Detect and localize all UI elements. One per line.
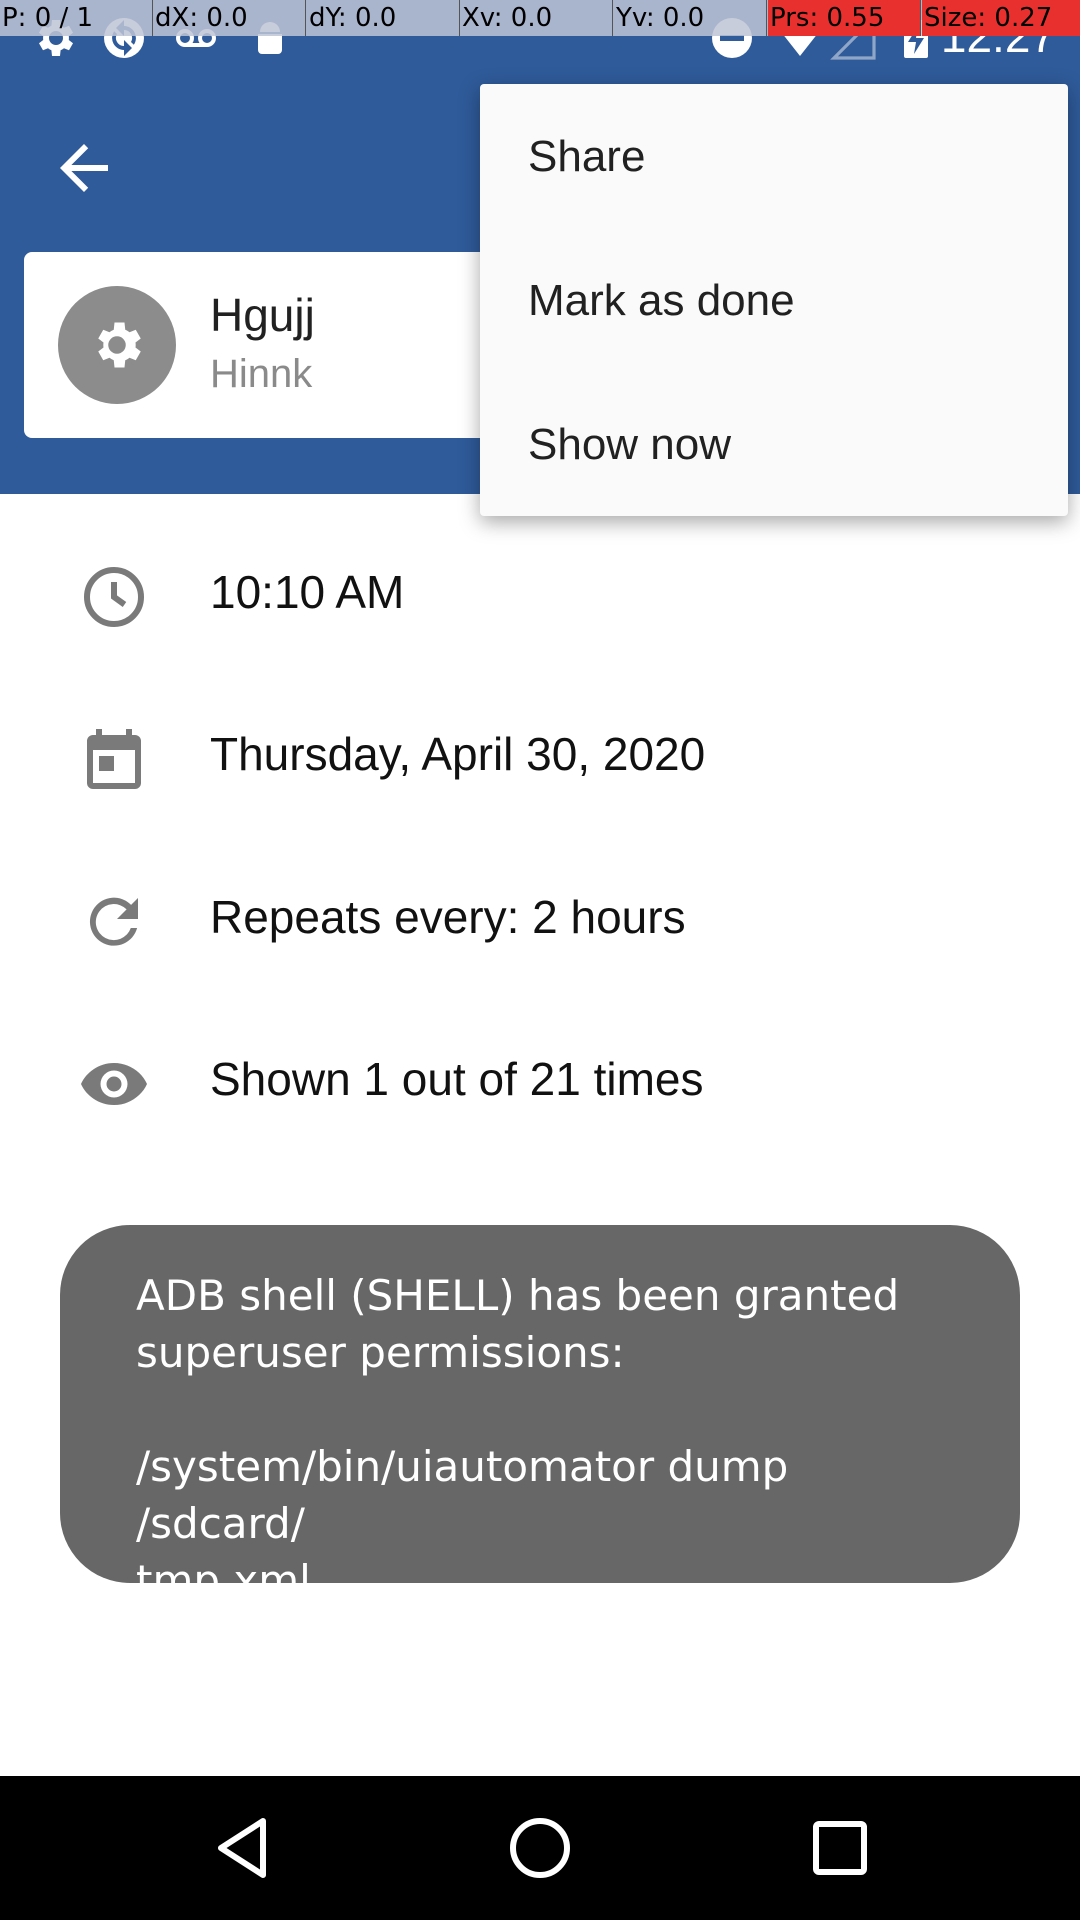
overlay-size: Size: 0.27 xyxy=(922,0,1080,36)
overflow-menu: Share Mark as done Show now xyxy=(480,84,1068,516)
nav-home-icon[interactable] xyxy=(504,1812,576,1884)
reminder-shown-count: Shown 1 out of 21 times xyxy=(210,1053,704,1105)
menu-item-mark-as-done[interactable]: Mark as done xyxy=(480,228,1068,372)
clock-icon xyxy=(84,567,144,627)
reminder-subtitle: Hinnk xyxy=(210,352,313,396)
repeat-row: Repeats every: 2 hours xyxy=(0,860,1080,970)
overlay-dy: dY: 0.0 xyxy=(307,0,460,36)
nav-recents-icon[interactable] xyxy=(804,1812,876,1884)
settings-icon xyxy=(98,322,141,368)
overlay-pointer: P: 0 / 1 xyxy=(0,0,153,36)
shown-row: Shown 1 out of 21 times xyxy=(0,1022,1080,1132)
menu-item-label: Mark as done xyxy=(528,276,795,325)
overlay-pressure: Prs: 0.55 xyxy=(768,0,921,36)
overlay-xv: Xv: 0.0 xyxy=(460,0,613,36)
toast-message: ADB shell (SHELL) has been granted super… xyxy=(136,1271,900,1605)
pointer-location-overlay: P: 0 / 1 dX: 0.0 dY: 0.0 Xv: 0.0 Yv: 0.0… xyxy=(0,0,1080,36)
nav-back-icon[interactable] xyxy=(206,1812,278,1884)
repeat-icon xyxy=(89,897,138,946)
reminder-repeat: Repeats every: 2 hours xyxy=(210,891,686,943)
date-row: Thursday, April 30, 2020 xyxy=(0,697,1080,807)
overlay-dx: dX: 0.0 xyxy=(153,0,306,36)
navigation-bar xyxy=(0,1776,1080,1920)
overlay-yv: Yv: 0.0 xyxy=(614,0,767,36)
superuser-toast: ADB shell (SHELL) has been granted super… xyxy=(60,1225,1020,1605)
menu-item-show-now[interactable]: Show now xyxy=(480,372,1068,516)
reminder-time: 10:10 AM xyxy=(210,566,405,618)
menu-item-label: Share xyxy=(528,132,646,181)
reminder-title: Hgujj xyxy=(210,289,315,341)
calendar-icon xyxy=(87,729,141,789)
eye-icon xyxy=(81,1063,147,1105)
menu-item-label: Show now xyxy=(528,420,732,469)
arrow-back-icon[interactable] xyxy=(48,132,120,204)
time-row: 10:10 AM xyxy=(0,535,1080,645)
reminder-date: Thursday, April 30, 2020 xyxy=(210,728,706,780)
menu-item-share[interactable]: Share xyxy=(480,84,1068,228)
avatar xyxy=(58,286,176,404)
